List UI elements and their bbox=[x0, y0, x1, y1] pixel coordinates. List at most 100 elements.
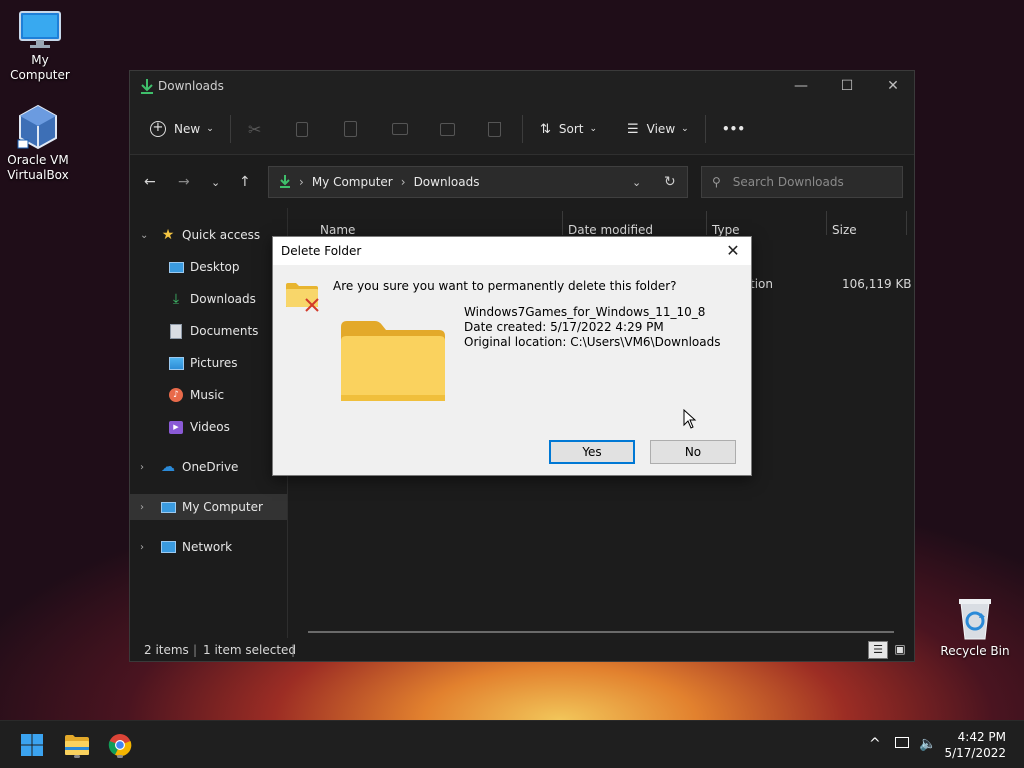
chevron-down-icon[interactable]: ⌄ bbox=[140, 230, 148, 241]
rename-icon bbox=[392, 123, 408, 135]
column-header-date-modified[interactable]: Date modified bbox=[568, 223, 653, 237]
nav-onedrive[interactable]: › ☁ OneDrive bbox=[130, 454, 287, 480]
breadcrumb-my-computer[interactable]: My Computer bbox=[312, 175, 393, 189]
view-label: View bbox=[646, 122, 676, 136]
dialog-titlebar[interactable]: Delete Folder ✕ bbox=[273, 237, 751, 265]
download-icon bbox=[279, 174, 291, 191]
nav-item-videos[interactable]: ▶ Videos bbox=[130, 414, 287, 440]
paste-button[interactable] bbox=[344, 117, 357, 141]
delete-button[interactable] bbox=[488, 117, 501, 141]
search-icon: ⚲ bbox=[712, 175, 721, 189]
status-selection: 1 item selected bbox=[203, 643, 297, 657]
desktop-icon-virtualbox[interactable]: Oracle VM VirtualBox bbox=[0, 104, 78, 183]
network-status-icon[interactable] bbox=[895, 736, 909, 752]
chevron-right-icon[interactable]: › bbox=[140, 502, 144, 513]
sort-label: Sort bbox=[558, 122, 584, 136]
recent-locations-button[interactable]: ⌄ bbox=[211, 176, 220, 189]
taskbar-clock[interactable]: 4:42 PM 5/17/2022 bbox=[944, 729, 1006, 761]
no-button[interactable]: No bbox=[650, 440, 736, 464]
music-icon: ♪ bbox=[168, 387, 184, 403]
windows-logo-icon bbox=[21, 734, 43, 756]
up-button[interactable]: ↑ bbox=[239, 174, 251, 190]
chevron-right-icon[interactable]: › bbox=[140, 462, 144, 473]
large-icons-view-button[interactable]: ▣ bbox=[890, 641, 910, 659]
command-bar: + New ⌄ ✂ ⇅ Sort ⌄ ☰ View ⌄ ••• bbox=[130, 103, 914, 155]
desktop-icon-label: My Computer bbox=[10, 53, 70, 82]
maximize-button[interactable]: ☐ bbox=[824, 71, 870, 101]
nav-label: Quick access bbox=[182, 228, 261, 242]
folder-original-location: Original location: C:\Users\VM6\Download… bbox=[464, 335, 721, 349]
nav-item-downloads[interactable]: ⤓ Downloads bbox=[130, 286, 287, 312]
address-row: ← → ⌄ ↑ › My Computer › Downloads ⌄ ↻ ⚲ … bbox=[130, 156, 914, 208]
scissors-icon: ✂ bbox=[248, 119, 262, 139]
horizontal-scrollbar[interactable] bbox=[308, 631, 894, 633]
nav-item-pictures[interactable]: Pictures bbox=[130, 350, 287, 376]
breadcrumb-downloads[interactable]: Downloads bbox=[414, 175, 480, 189]
nav-network[interactable]: › Network bbox=[130, 534, 287, 560]
column-header-size[interactable]: Size bbox=[832, 223, 857, 237]
nav-label: Documents bbox=[190, 324, 259, 338]
desktop-icon-label: Recycle Bin bbox=[940, 644, 1010, 658]
mouse-cursor-icon bbox=[683, 409, 697, 429]
refresh-icon[interactable]: ↻ bbox=[664, 174, 676, 190]
virtualbox-icon bbox=[17, 104, 57, 150]
tray-overflow-button[interactable]: ^ bbox=[869, 736, 881, 752]
taskbar-file-explorer[interactable] bbox=[61, 729, 93, 761]
address-dropdown-icon[interactable]: ⌄ bbox=[632, 176, 641, 189]
view-list-icon: ☰ bbox=[627, 121, 639, 137]
file-row-type[interactable]: tion bbox=[750, 277, 773, 291]
close-window-button[interactable]: ✕ bbox=[870, 71, 916, 101]
details-view-button[interactable]: ☰ bbox=[868, 641, 888, 659]
yes-button[interactable]: Yes bbox=[549, 440, 635, 464]
navigation-pane: ⌄ ★ Quick access Desktop ⤓ Downloads Doc… bbox=[130, 208, 288, 638]
column-header-name[interactable]: Name bbox=[320, 223, 355, 237]
forward-button[interactable]: → bbox=[178, 174, 190, 190]
desktop-icon-recycle-bin[interactable]: Recycle Bin bbox=[935, 597, 1015, 659]
nav-label: Pictures bbox=[190, 356, 238, 370]
window-titlebar[interactable]: Downloads — ☐ ✕ bbox=[130, 71, 914, 103]
nav-item-desktop[interactable]: Desktop bbox=[130, 254, 287, 280]
taskbar-chrome[interactable] bbox=[104, 729, 136, 761]
more-options-button[interactable]: ••• bbox=[722, 117, 745, 141]
desktop-icon-label: Oracle VM VirtualBox bbox=[7, 153, 69, 182]
desktop-icon-my-computer[interactable]: My Computer bbox=[0, 10, 80, 83]
status-bar: 2 items | 1 item selected | ☰ ▣ bbox=[130, 637, 914, 661]
chevron-right-icon[interactable]: › bbox=[140, 542, 144, 553]
clock-time: 4:42 PM bbox=[957, 730, 1006, 744]
chrome-icon bbox=[108, 734, 132, 757]
file-row-size[interactable]: 106,119 KB bbox=[842, 277, 912, 291]
view-button[interactable]: ☰ View ⌄ bbox=[627, 117, 689, 141]
nav-item-documents[interactable]: Documents bbox=[130, 318, 287, 344]
volume-icon[interactable]: 🔈 bbox=[919, 736, 936, 752]
search-input[interactable]: ⚲ Search Downloads bbox=[701, 166, 903, 198]
network-icon bbox=[160, 539, 176, 555]
nav-label: My Computer bbox=[182, 500, 263, 514]
share-button[interactable] bbox=[440, 117, 455, 141]
taskbar: ^ 🔈 4:42 PM 5/17/2022 bbox=[0, 720, 1024, 768]
share-icon bbox=[440, 122, 455, 136]
cut-button[interactable]: ✂ bbox=[248, 117, 261, 141]
dialog-close-button[interactable]: ✕ bbox=[721, 239, 745, 263]
nav-quick-access[interactable]: ⌄ ★ Quick access bbox=[130, 222, 287, 248]
folder-icon bbox=[341, 321, 445, 401]
back-button[interactable]: ← bbox=[144, 174, 156, 190]
copy-button[interactable] bbox=[296, 117, 308, 141]
monitor-icon bbox=[19, 11, 61, 48]
cloud-icon: ☁ bbox=[161, 459, 175, 475]
column-header-type[interactable]: Type bbox=[712, 223, 740, 237]
sort-button[interactable]: ⇅ Sort ⌄ bbox=[540, 117, 597, 141]
nav-my-computer[interactable]: › My Computer bbox=[130, 494, 287, 520]
more-options-label: ••• bbox=[722, 122, 746, 136]
minimize-button[interactable]: — bbox=[778, 71, 824, 101]
delete-folder-dialog: Delete Folder ✕ Are you sure you want to… bbox=[272, 236, 752, 476]
download-icon bbox=[140, 78, 154, 97]
start-button[interactable] bbox=[16, 729, 48, 761]
trash-icon bbox=[488, 121, 501, 137]
address-bar[interactable]: › My Computer › Downloads ⌄ ↻ bbox=[268, 166, 688, 198]
chevron-down-icon: ⌄ bbox=[206, 124, 214, 134]
nav-label: Music bbox=[190, 388, 225, 402]
desktop-icon bbox=[168, 259, 184, 275]
new-button[interactable]: + New ⌄ bbox=[150, 117, 214, 141]
nav-item-music[interactable]: ♪ Music bbox=[130, 382, 287, 408]
rename-button[interactable] bbox=[392, 117, 408, 141]
